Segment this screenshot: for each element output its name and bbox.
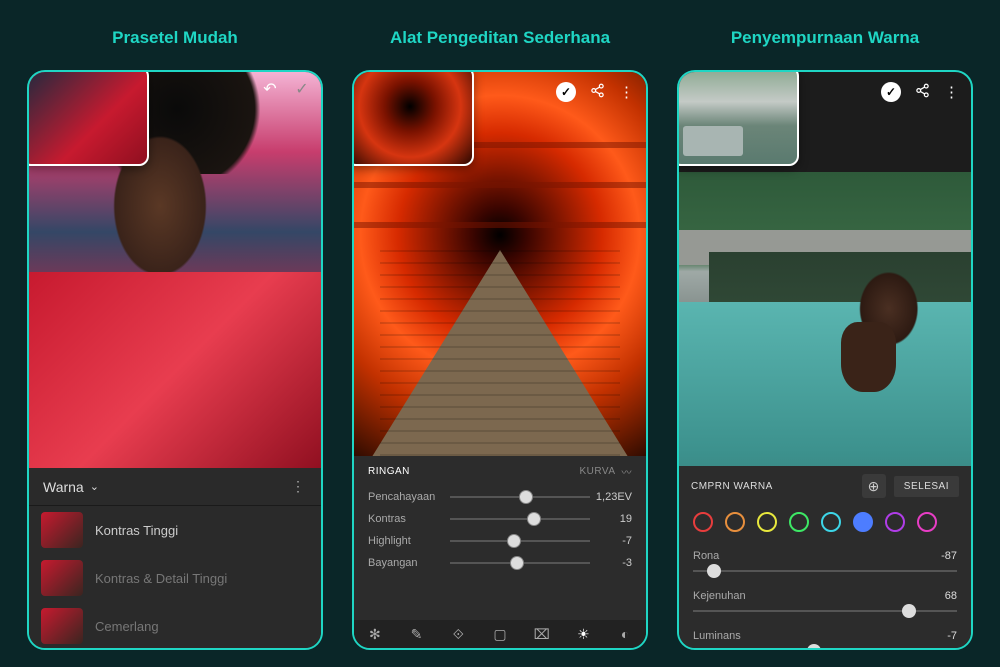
panel-color: Penyempurnaan Warna ✓ ⋮ CMPRN WARNA ⊕ SE… [670, 0, 980, 667]
panel-title-1: Prasetel Mudah [112, 28, 238, 48]
slider-track[interactable] [450, 496, 590, 498]
before-thumbnail-1[interactable] [27, 70, 149, 166]
slider-luminans[interactable]: Luminans -7 [679, 622, 971, 650]
color-swatch[interactable] [917, 512, 937, 532]
slider-label: Highlight [368, 535, 450, 547]
phone-frame-2: ✓ ⋮ RINGAN KURVA〰 Pencahayaan 1,23EV Kontr… [352, 70, 648, 650]
more-vert-icon[interactable]: ⋮ [944, 83, 959, 101]
slider-label: Bayangan [368, 557, 450, 569]
more-icon[interactable]: ⋮ [291, 478, 307, 495]
preset-label: Kontras & Detail Tinggi [95, 571, 227, 586]
light-icon[interactable]: ☀ [575, 626, 591, 642]
tab-curves[interactable]: KURVA〰 [579, 464, 632, 479]
slider-pencahayaan[interactable]: Pencahayaan 1,23EV [354, 487, 646, 509]
phone-frame-1: ↶ ✓ Warna ⌄ ⋮ Kontras Tinggi Kontras & Det… [27, 70, 323, 650]
phone-frame-3: ✓ ⋮ CMPRN WARNA ⊕ SELESAI Rona -87 Kejenuh… [677, 70, 973, 650]
screen-icon[interactable]: ⌧ [534, 626, 550, 642]
share-icon[interactable] [915, 83, 930, 102]
slider-track[interactable] [450, 518, 590, 520]
more-vert-icon[interactable]: ⋮ [619, 83, 634, 101]
check-circle-icon[interactable]: ✓ [881, 82, 901, 102]
slider-knob[interactable] [519, 490, 533, 504]
bottom-toolbar: ✻ ✎ ⟐ ▢ ⌧ ☀ ◐ [354, 620, 646, 648]
slider-track[interactable] [693, 610, 957, 612]
preset-thumb [41, 560, 83, 596]
before-thumbnail-3[interactable] [677, 70, 799, 166]
topbar-2: ✓ ⋮ [556, 82, 634, 102]
panel-title-3: Penyempurnaan Warna [731, 28, 919, 48]
presets-list-panel: Warna ⌄ ⋮ Kontras Tinggi Kontras & Detail … [29, 468, 321, 648]
slider-label: Pencahayaan [368, 491, 450, 503]
color-selector-row [679, 506, 971, 542]
check-circle-icon[interactable]: ✓ [556, 82, 576, 102]
category-label: Warna [43, 479, 84, 495]
slider-value: 19 [590, 513, 632, 525]
slider-value: 68 [945, 590, 957, 602]
color-swatch[interactable] [725, 512, 745, 532]
share-icon[interactable] [590, 83, 605, 102]
topbar-1: ↶ ✓ [261, 80, 311, 98]
slider-knob[interactable] [527, 512, 541, 526]
slider-label: Kontras [368, 513, 450, 525]
target-icon[interactable]: ⊕ [862, 474, 886, 498]
preset-label: Kontras Tinggi [95, 523, 178, 538]
header-label: CMPRN WARNA [691, 481, 773, 492]
slider-knob[interactable] [902, 604, 916, 618]
panel-editing: Alat Pengeditan Sederhana ✓ ⋮ RINGAN KUR… [345, 0, 655, 667]
color-mix-panel: CMPRN WARNA ⊕ SELESAI Rona -87 Kejenuhan 68… [679, 466, 971, 648]
color-swatch[interactable] [789, 512, 809, 532]
slider-label: Kejenuhan [693, 590, 746, 602]
preset-item[interactable]: Kontras & Detail Tinggi [29, 554, 321, 602]
color-swatch[interactable] [821, 512, 841, 532]
curve-icon: 〰 [622, 464, 633, 479]
preset-category-header[interactable]: Warna ⌄ ⋮ [29, 468, 321, 506]
color-swatch[interactable] [757, 512, 777, 532]
slider-value: -7 [590, 535, 632, 547]
tab-light[interactable]: RINGAN [368, 466, 410, 477]
crop-icon[interactable]: ⟐ [450, 626, 466, 642]
color-swatch[interactable] [853, 512, 873, 532]
edit-tabs: RINGAN KURVA〰 [354, 456, 646, 487]
preset-item[interactable]: Cemerlang [29, 602, 321, 650]
slider-value: -87 [941, 550, 957, 562]
slider-highlight[interactable]: Highlight -7 [354, 531, 646, 553]
slider-value: -3 [590, 557, 632, 569]
done-button[interactable]: SELESAI [894, 476, 959, 497]
slider-knob[interactable] [507, 534, 521, 548]
preset-thumb [41, 608, 83, 644]
slider-knob[interactable] [510, 556, 524, 570]
slider-knob[interactable] [707, 564, 721, 578]
panel-title-2: Alat Pengeditan Sederhana [390, 28, 610, 48]
light-sliders-panel: RINGAN KURVA〰 Pencahayaan 1,23EV Kontras 19… [354, 456, 646, 648]
color-swatch[interactable] [885, 512, 905, 532]
check-icon[interactable]: ✓ [293, 80, 311, 98]
frame-icon[interactable]: ▢ [492, 626, 508, 642]
healing-icon[interactable]: ✎ [409, 626, 425, 642]
topbar-3: ✓ ⋮ [881, 82, 959, 102]
slider-track[interactable] [450, 540, 590, 542]
slider-bayangan[interactable]: Bayangan -3 [354, 553, 646, 575]
chevron-down-icon: ⌄ [90, 480, 99, 493]
slider-kejenuhan[interactable]: Kejenuhan 68 [679, 582, 971, 612]
slider-label: Luminans [693, 630, 741, 642]
color-panel-header: CMPRN WARNA ⊕ SELESAI [679, 466, 971, 506]
slider-track[interactable] [693, 570, 957, 572]
color-swatch[interactable] [693, 512, 713, 532]
adjust-icon[interactable]: ◐ [617, 626, 633, 642]
slider-track[interactable] [450, 562, 590, 564]
undo-icon[interactable]: ↶ [261, 80, 279, 98]
preset-item[interactable]: Kontras Tinggi [29, 506, 321, 554]
panel-presets: Prasetel Mudah ↶ ✓ Warna ⌄ ⋮ Kontras Ting… [20, 0, 330, 667]
preset-label: Cemerlang [95, 619, 159, 634]
slider-kontras[interactable]: Kontras 19 [354, 509, 646, 531]
slider-label: Rona [693, 550, 719, 562]
slider-value: 1,23EV [590, 491, 632, 503]
before-thumbnail-2[interactable] [352, 70, 474, 166]
preset-thumb [41, 512, 83, 548]
slider-value: -7 [947, 630, 957, 642]
settings-icon[interactable]: ✻ [367, 626, 383, 642]
slider-rona[interactable]: Rona -87 [679, 542, 971, 572]
